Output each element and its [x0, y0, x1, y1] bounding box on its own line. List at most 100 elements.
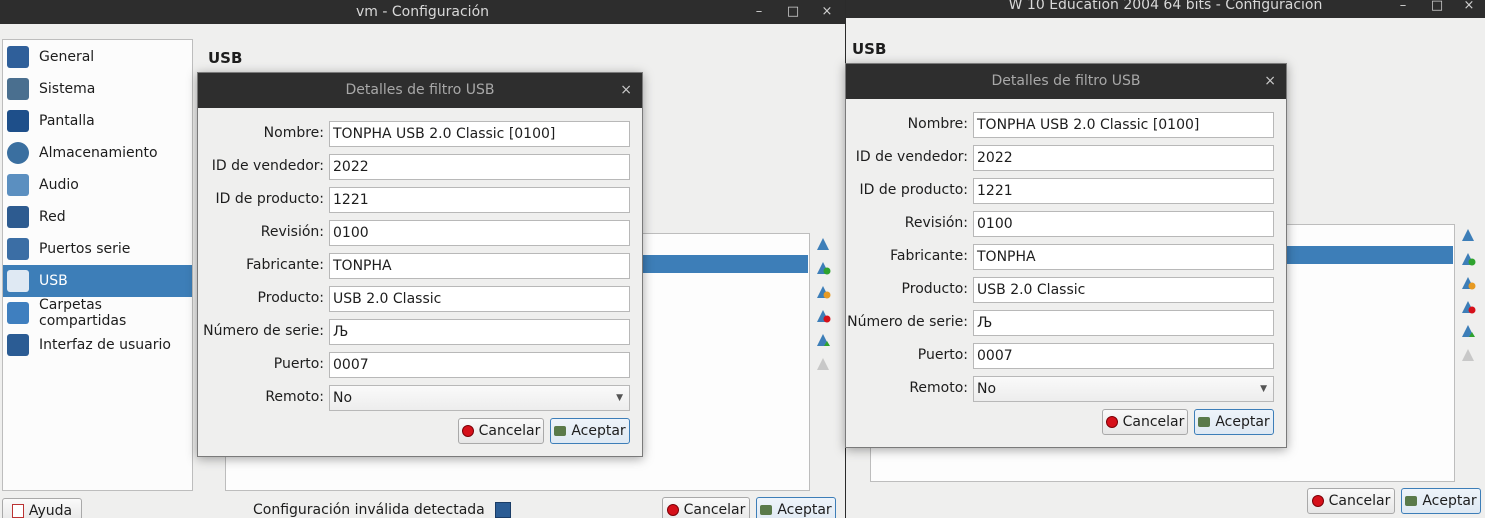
remote-select[interactable]: No ▼: [973, 376, 1274, 402]
dialog-cancel-button[interactable]: Cancelar: [1102, 409, 1188, 435]
usb-filter-dialog-right: Detalles de filtro USB × Nombre: TONPHA …: [845, 63, 1287, 448]
revision-label: Revisión:: [260, 224, 324, 240]
product-field[interactable]: USB 2.0 Classic: [973, 277, 1274, 303]
accept-icon: [554, 426, 567, 436]
field-row-vendor-id: ID de vendedor: 2022: [846, 145, 1274, 171]
serial-label: Número de serie:: [847, 314, 968, 330]
vendor-id-field[interactable]: 2022: [973, 145, 1274, 171]
field-row-manufacturer: Fabricante: TONPHA: [198, 253, 630, 279]
product-field[interactable]: USB 2.0 Classic: [329, 286, 630, 312]
dialog-cancel-label: Cancelar: [478, 423, 541, 439]
edit-usb-filter-icon[interactable]: [815, 284, 831, 300]
audio-icon: [7, 174, 29, 196]
field-row-vendor-id: ID de vendedor: 2022: [198, 154, 630, 180]
accept-button[interactable]: Aceptar: [756, 497, 836, 518]
status-text-label: Configuración inválida detectada: [253, 502, 485, 518]
chevron-down-icon: ▼: [616, 393, 623, 403]
sidebar-item-label: General: [39, 49, 95, 65]
port-field[interactable]: 0007: [329, 352, 630, 378]
field-row-product: Producto: USB 2.0 Classic: [846, 277, 1274, 303]
dialog-titlebar[interactable]: Detalles de filtro USB ×: [846, 64, 1286, 99]
sidebar-item-label: USB: [39, 273, 68, 289]
revision-field[interactable]: 0100: [329, 220, 630, 246]
add-usb-filter-icon[interactable]: [815, 236, 831, 252]
accept-icon: [760, 505, 773, 515]
manufacturer-field[interactable]: TONPHA: [329, 253, 630, 279]
sidebar-item-usb[interactable]: USB: [3, 265, 192, 297]
add-usb-device-icon[interactable]: [815, 260, 831, 276]
move-up-icon[interactable]: [815, 332, 831, 348]
sidebar-item-network[interactable]: Red: [3, 201, 192, 233]
maximize-button[interactable]: □: [1428, 0, 1446, 15]
system-icon: [7, 78, 29, 100]
sidebar-item-label: Sistema: [39, 81, 96, 97]
remote-select-value: No: [977, 381, 997, 397]
move-up-icon[interactable]: [1460, 323, 1476, 339]
remove-usb-filter-icon[interactable]: [815, 308, 831, 324]
remote-select-value: No: [333, 390, 353, 406]
dialog-accept-button[interactable]: Aceptar: [1194, 409, 1274, 435]
product-id-label: ID de producto:: [215, 191, 324, 207]
product-id-field[interactable]: 1221: [973, 178, 1274, 204]
manufacturer-label: Fabricante:: [246, 257, 324, 273]
serial-label: Número de serie:: [203, 323, 324, 339]
dialog-title: Detalles de filtro USB: [345, 82, 495, 98]
close-window-button[interactable]: ×: [1460, 0, 1478, 15]
move-down-icon[interactable]: [815, 356, 831, 372]
name-field[interactable]: TONPHA USB 2.0 Classic [0100]: [973, 112, 1274, 138]
sidebar-item-label: Almacenamiento: [39, 145, 158, 161]
minimize-button[interactable]: –: [750, 3, 768, 21]
help-icon: [11, 504, 24, 518]
sidebar-item-general[interactable]: General: [3, 41, 192, 73]
vendor-id-field[interactable]: 2022: [329, 154, 630, 180]
warning-icon[interactable]: [495, 502, 512, 518]
name-field[interactable]: TONPHA USB 2.0 Classic [0100]: [329, 121, 630, 147]
product-id-label: ID de producto:: [859, 182, 968, 198]
sidebar-item-display[interactable]: Pantalla: [3, 105, 192, 137]
field-row-remote: Remoto: No ▼: [198, 385, 630, 411]
settings-sidebar: General Sistema Pantalla Almacenamiento …: [2, 39, 193, 491]
maximize-button[interactable]: □: [784, 3, 802, 21]
field-row-name: Nombre: TONPHA USB 2.0 Classic [0100]: [846, 112, 1274, 138]
field-row-serial: Número de serie: Љ: [198, 319, 630, 345]
sidebar-item-system[interactable]: Sistema: [3, 73, 192, 105]
sidebar-item-storage[interactable]: Almacenamiento: [3, 137, 192, 169]
dialog-cancel-button[interactable]: Cancelar: [458, 418, 544, 444]
dialog-accept-button[interactable]: Aceptar: [550, 418, 630, 444]
general-icon: [7, 46, 29, 68]
sidebar-item-serial-ports[interactable]: Puertos serie: [3, 233, 192, 265]
remote-label: Remoto:: [909, 380, 968, 396]
remote-select[interactable]: No ▼: [329, 385, 630, 411]
remove-usb-filter-icon[interactable]: [1460, 299, 1476, 315]
minimize-button[interactable]: –: [1394, 0, 1412, 15]
sidebar-item-label: Audio: [39, 177, 79, 193]
edit-usb-filter-icon[interactable]: [1460, 275, 1476, 291]
sidebar-item-shared-folders[interactable]: Carpetas compartidas: [3, 297, 192, 329]
add-usb-filter-icon[interactable]: [1460, 227, 1476, 243]
right-window-titlebar[interactable]: W 10 Education 2004 64 bits - Configurac…: [846, 0, 1485, 18]
help-button[interactable]: Ayuda: [2, 498, 82, 518]
port-field[interactable]: 0007: [973, 343, 1274, 369]
sidebar-item-label: Puertos serie: [39, 241, 131, 257]
sidebar-item-user-interface[interactable]: Interfaz de usuario: [3, 329, 192, 361]
revision-field[interactable]: 0100: [973, 211, 1274, 237]
product-id-field[interactable]: 1221: [329, 187, 630, 213]
dialog-titlebar[interactable]: Detalles de filtro USB ×: [198, 73, 642, 108]
dialog-close-button[interactable]: ×: [620, 73, 632, 108]
sidebar-item-audio[interactable]: Audio: [3, 169, 192, 201]
cancel-button[interactable]: Cancelar: [1307, 488, 1395, 514]
field-row-product: Producto: USB 2.0 Classic: [198, 286, 630, 312]
add-usb-device-icon[interactable]: [1460, 251, 1476, 267]
cancel-button[interactable]: Cancelar: [662, 497, 750, 518]
field-row-manufacturer: Fabricante: TONPHA: [846, 244, 1274, 270]
manufacturer-field[interactable]: TONPHA: [973, 244, 1274, 270]
accept-button[interactable]: Aceptar: [1401, 488, 1481, 514]
sidebar-item-label: Interfaz de usuario: [39, 337, 171, 353]
move-down-icon[interactable]: [1460, 347, 1476, 363]
dialog-close-button[interactable]: ×: [1264, 64, 1276, 99]
dialog-title: Detalles de filtro USB: [991, 73, 1141, 89]
serial-field[interactable]: Љ: [973, 310, 1274, 336]
left-window-titlebar[interactable]: vm - Configuración – □ ×: [0, 0, 845, 24]
close-window-button[interactable]: ×: [818, 3, 836, 21]
serial-field[interactable]: Љ: [329, 319, 630, 345]
